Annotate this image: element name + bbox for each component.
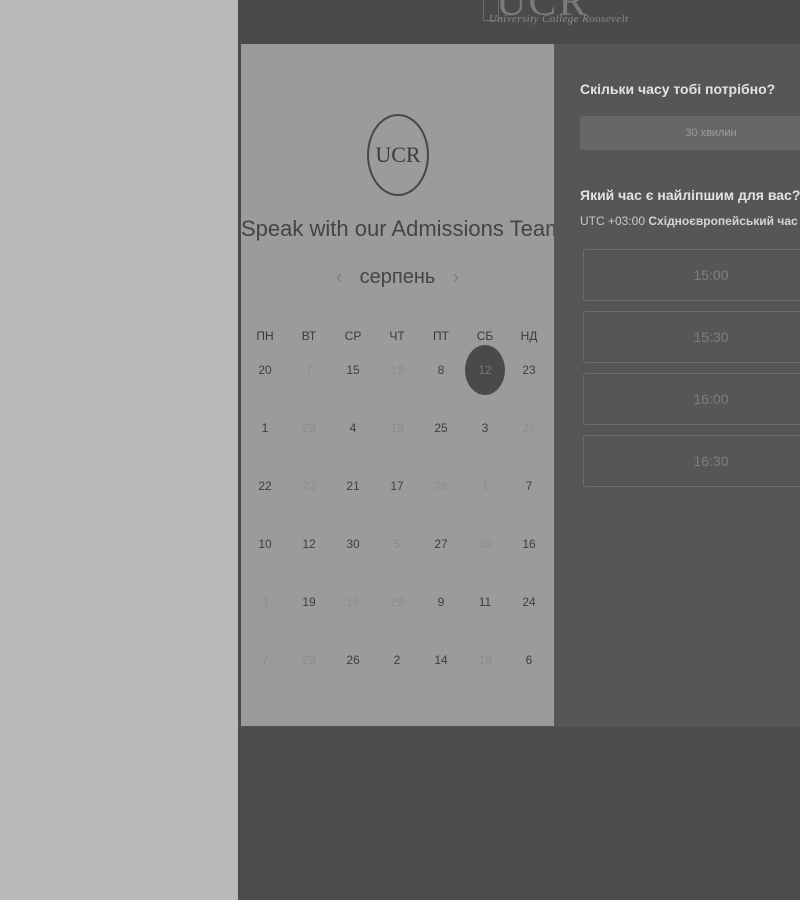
- prev-month-button[interactable]: ‹: [324, 267, 354, 288]
- calendar-day[interactable]: 8: [419, 358, 463, 382]
- calendar-day[interactable]: 26: [331, 648, 375, 672]
- weekday-header: СБ: [476, 329, 494, 343]
- timezone-offset: UTC +03:00: [580, 214, 646, 228]
- calendar-day-selected[interactable]: 12: [463, 358, 507, 382]
- weekday-header: ПН: [256, 329, 274, 343]
- calendar-day: 27: [522, 421, 536, 435]
- duration-question: Скільки часу тобі потрібно?: [580, 81, 776, 97]
- background-panel: [0, 0, 238, 900]
- ucr-logo-text: UCR: [375, 142, 421, 167]
- calendar-day[interactable]: 24: [507, 590, 551, 614]
- calendar-day[interactable]: 21: [331, 474, 375, 498]
- calendar-day: 19: [390, 421, 404, 435]
- calendar-day[interactable]: 17: [375, 474, 419, 498]
- calendar-day[interactable]: 22: [243, 474, 287, 498]
- calendar-day[interactable]: 27: [419, 532, 463, 556]
- calendar-day[interactable]: 3: [463, 416, 507, 440]
- weekday-header: ВТ: [301, 329, 317, 343]
- calendar-day[interactable]: 20: [243, 358, 287, 382]
- calendar-day[interactable]: 11: [463, 590, 507, 614]
- next-month-button[interactable]: ›: [441, 267, 471, 288]
- calendar-day[interactable]: 25: [419, 416, 463, 440]
- calendar-day[interactable]: 19: [287, 590, 331, 614]
- weekday-header: ЧТ: [389, 329, 405, 343]
- time-slot[interactable]: 15:00: [583, 249, 800, 301]
- calendar-day[interactable]: 16: [507, 532, 551, 556]
- calendar-day: 29: [390, 595, 404, 609]
- calendar-day[interactable]: 2: [375, 648, 419, 672]
- calendar-day[interactable]: 9: [419, 590, 463, 614]
- site-header: UCR University College Roosevelt: [238, 0, 800, 44]
- month-navigation: ‹ серпень ›: [241, 266, 554, 289]
- time-slot[interactable]: 16:30: [583, 435, 800, 487]
- calendar-day: 7: [261, 653, 269, 667]
- weekday-header: НД: [520, 329, 538, 343]
- weekday-header: СР: [344, 329, 362, 343]
- timezone-name: Східноєвропейський час: [648, 214, 798, 228]
- duration-button[interactable]: 30 хвилин: [580, 116, 800, 150]
- time-question: Який час є найліпшим для вас?: [580, 187, 800, 203]
- calendar-day[interactable]: 10: [243, 532, 287, 556]
- calendar-day: 19: [390, 363, 404, 377]
- calendar-day[interactable]: 12: [287, 532, 331, 556]
- calendar-day: 1: [481, 479, 489, 493]
- ucr-logo: UCR: [367, 114, 429, 196]
- calendar-day: 5: [393, 537, 401, 551]
- calendar-day: 7: [305, 363, 313, 377]
- calendar-day: 23: [302, 479, 316, 493]
- weekday-header: ПТ: [433, 329, 449, 343]
- calendar-day: 30: [478, 537, 492, 551]
- calendar-day[interactable]: 15: [331, 358, 375, 382]
- calendar-day[interactable]: 7: [507, 474, 551, 498]
- calendar-day[interactable]: 4: [331, 416, 375, 440]
- calendar-day[interactable]: 23: [507, 358, 551, 382]
- calendar-day: 28: [302, 421, 316, 435]
- month-label: серпень: [359, 266, 436, 288]
- calendar-day: 28: [302, 653, 316, 667]
- calendar-day: 16: [346, 595, 360, 609]
- calendar-day: 3: [261, 595, 269, 609]
- time-slot[interactable]: 15:30: [583, 311, 800, 363]
- timezone-selector[interactable]: UTC +03:00 Східноєвропейський час ▾: [580, 214, 800, 228]
- time-slot[interactable]: 16:00: [583, 373, 800, 425]
- booking-panel: Скільки часу тобі потрібно? 30 хвилин Як…: [554, 44, 800, 726]
- logo-text: University College Roosevelt: [489, 13, 629, 25]
- calendar-day[interactable]: 6: [507, 648, 551, 672]
- calendar-day[interactable]: 1: [243, 416, 287, 440]
- calendar-title: Speak with our Admissions Team: [241, 216, 564, 241]
- calendar-day[interactable]: 14: [419, 648, 463, 672]
- calendar-day: 18: [478, 653, 492, 667]
- divider: [238, 726, 800, 727]
- calendar-panel: UCR Speak with our Admissions Team ‹ сер…: [241, 44, 564, 726]
- calendar-day[interactable]: 30: [331, 532, 375, 556]
- calendar-day: 26: [434, 479, 448, 493]
